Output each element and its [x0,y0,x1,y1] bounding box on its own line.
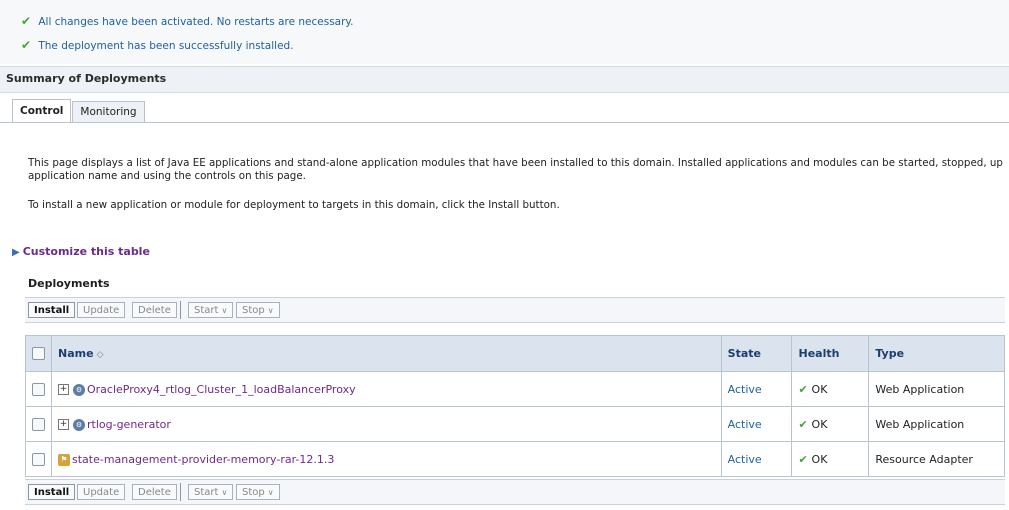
stop-dropdown-button[interactable]: Stop ∨ [236,302,280,318]
type-cell: Resource Adapter [868,441,1005,477]
message-installed: ✔ The deployment has been successfully i… [21,37,294,53]
checkmark-icon: ✔ [21,38,32,52]
update-button[interactable]: Update [77,484,126,500]
row-checkbox[interactable] [32,452,45,466]
row-checkbox[interactable] [32,382,45,396]
state-cell: Active [720,406,793,442]
expand-triangle-icon: ▶ [12,247,20,258]
deployment-name-link[interactable]: rtlog-generator [87,418,171,431]
expand-icon[interactable]: + [58,419,69,430]
start-dropdown-button[interactable]: Start ∨ [188,302,234,318]
ok-check-icon: ✔ [798,382,812,396]
name-cell: ⚑ state-management-provider-memory-rar-12… [51,441,722,477]
column-header-type[interactable]: Type [868,335,1005,372]
health-text: OK [811,452,828,466]
customize-label: Customize this table [22,245,150,258]
delete-button[interactable]: Delete [132,484,177,500]
stop-label: Stop [242,305,265,316]
tab-control[interactable]: Control [12,99,72,122]
sort-icon: ◇ [96,350,104,360]
customize-table-link[interactable]: ▶ Customize this table [12,245,150,258]
message-text: The deployment has been successfully ins… [38,40,294,52]
name-cell: + ⚙ OracleProxy4_rtlog_Cluster_1_loadBalan… [51,371,722,407]
column-label: Name [58,347,94,360]
description-line: application name and using the controls … [28,170,306,182]
chevron-down-icon: ∨ [267,306,274,315]
row-checkbox[interactable] [32,417,45,431]
health-cell: ✔ OK [791,371,870,407]
checkmark-icon: ✔ [21,14,32,28]
select-all-cell [25,335,52,372]
description-paragraph: This page displays a list of Java EE app… [28,157,1008,183]
type-cell: Web Application [868,371,1005,407]
state-cell: Active [720,371,793,407]
column-header-health[interactable]: Health [791,335,870,372]
deployment-name-link[interactable]: OracleProxy4_rtlog_Cluster_1_loadBalance… [87,383,356,396]
column-header-state[interactable]: State [720,335,793,372]
select-all-checkbox[interactable] [32,347,45,361]
delete-button[interactable]: Delete [132,302,177,318]
table-row: + ⚙ OracleProxy4_rtlog_Cluster_1_loadBalan… [25,371,1005,407]
type-cell: Web Application [868,406,1005,442]
stop-dropdown-button[interactable]: Stop ∨ [236,484,280,500]
resource-adapter-icon: ⚑ [58,453,70,466]
description-line: This page displays a list of Java EE app… [28,157,1003,169]
table-header-row: Name ◇ State Health Type [25,335,1005,372]
chevron-down-icon: ∨ [267,488,274,497]
summary-title: Summary of Deployments [0,67,1009,93]
health-text: OK [811,417,828,431]
message-text: All changes have been activated. No rest… [38,16,354,28]
message-activated: ✔ All changes have been activated. No re… [21,13,353,29]
tab-bar: Control Monitoring [12,99,146,123]
install-button[interactable]: Install [28,484,76,500]
tab-monitoring[interactable]: Monitoring [72,101,145,122]
name-cell: + ⚙ rtlog-generator [51,406,722,442]
column-header-name[interactable]: Name ◇ [51,335,722,372]
messages-panel: ✔ All changes have been activated. No re… [0,0,1009,64]
deployments-toolbar-top: Install Update Delete Start ∨ Stop ∨ [25,297,1005,323]
health-cell: ✔ OK [791,441,870,477]
row-select-cell [25,406,52,442]
health-text: OK [811,382,828,396]
start-label: Start [194,305,219,316]
ok-check-icon: ✔ [798,452,812,466]
toolbar-separator [180,483,181,501]
start-label: Start [194,487,219,498]
install-button[interactable]: Install [28,302,76,318]
table-row: + ⚙ rtlog-generator Active ✔ OK Web Applic… [25,406,1005,442]
row-select-cell [25,371,52,407]
chevron-down-icon: ∨ [221,306,228,315]
state-cell: Active [720,441,793,477]
table-row: ⚑ state-management-provider-memory-rar-12… [25,441,1005,477]
chevron-down-icon: ∨ [221,488,228,497]
deployments-toolbar-bottom: Install Update Delete Start ∨ Stop ∨ [25,479,1005,505]
start-dropdown-button[interactable]: Start ∨ [188,484,234,500]
expand-icon[interactable]: + [58,384,69,395]
deployments-table: Name ◇ State Health Type + ⚙ OracleProxy4_r… [25,335,1005,477]
deployment-name-link[interactable]: state-management-provider-memory-rar-12.… [72,453,334,466]
web-app-icon: ⚙ [73,383,85,396]
stop-label: Stop [242,487,265,498]
install-hint: To install a new application or module f… [28,199,560,211]
ok-check-icon: ✔ [798,417,812,431]
update-button[interactable]: Update [77,302,126,318]
toolbar-separator [180,301,181,319]
tab-underline [0,122,1009,123]
health-cell: ✔ OK [791,406,870,442]
row-select-cell [25,441,52,477]
web-app-icon: ⚙ [73,418,85,431]
deployments-title: Deployments [28,277,110,290]
